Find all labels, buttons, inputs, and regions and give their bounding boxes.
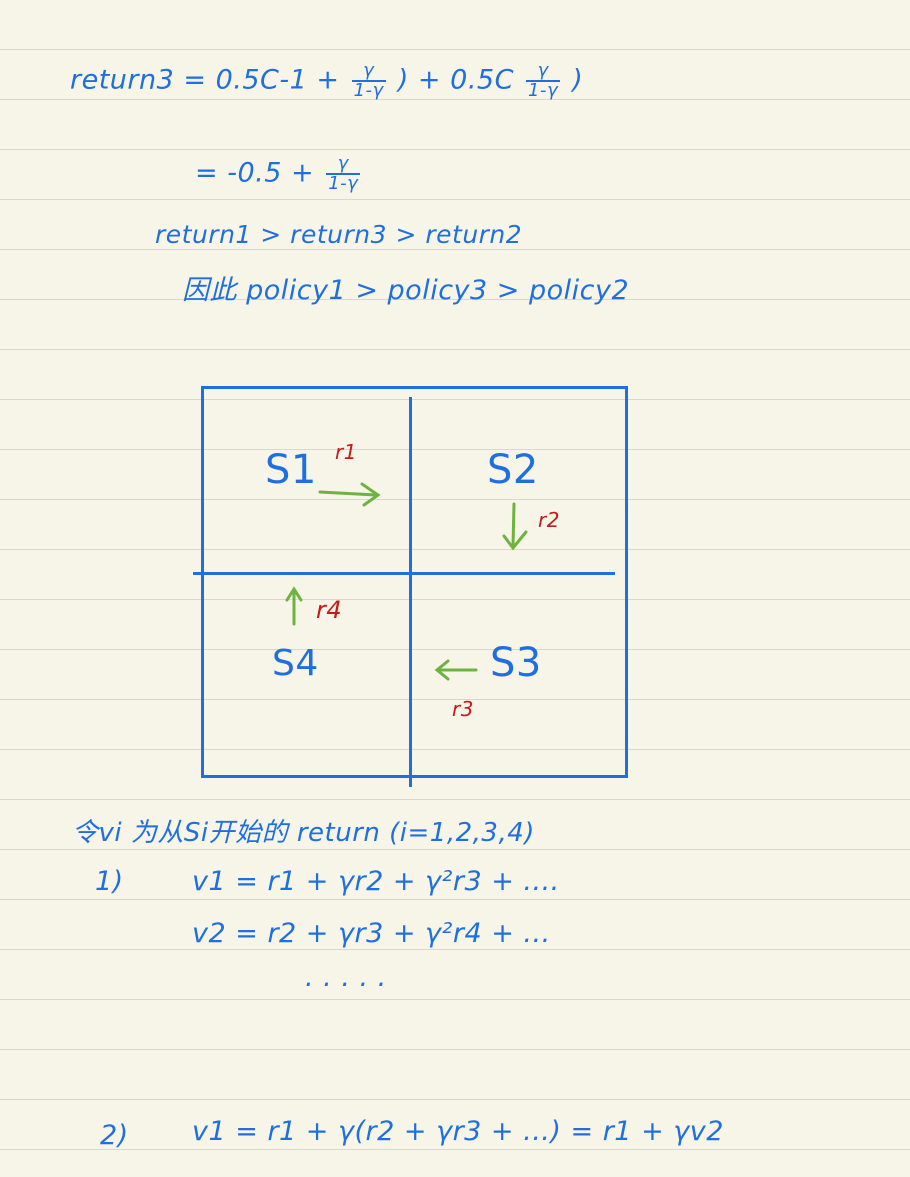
arrow-right-icon bbox=[318, 481, 382, 507]
grid-world-box bbox=[201, 386, 628, 778]
arrow-up-icon bbox=[284, 586, 304, 626]
fraction-numerator: γ bbox=[326, 155, 361, 175]
reward-r4: r4 bbox=[316, 596, 343, 624]
return3-simplified: = -0.5 + γ 1-γ bbox=[195, 155, 363, 193]
v1-expansion: v1 = r1 + γr2 + γ²r3 + .... bbox=[192, 866, 560, 897]
policy-ordering: 因此 policy1 > policy3 > policy2 bbox=[182, 275, 630, 306]
grid-horizontal-divider bbox=[193, 572, 615, 575]
fraction-numerator: γ bbox=[526, 62, 561, 82]
value-definition: 令vi 为从Si开始的 return (i=1,2,3,4) bbox=[72, 818, 535, 848]
fraction-denominator: 1-γ bbox=[528, 80, 559, 101]
state-label: S1 bbox=[265, 447, 317, 493]
return3-equation: return3 = 0.5C-1 + γ 1-γ ) + 0.5C γ 1-γ … bbox=[70, 62, 583, 100]
fraction-gamma-2: γ 1-γ bbox=[526, 62, 561, 101]
reward-r3: r3 bbox=[452, 697, 474, 721]
v1-recursive: v1 = r1 + γ(r2 + γr3 + ...) = r1 + γv2 bbox=[192, 1116, 724, 1147]
state-s2: S2 bbox=[487, 447, 539, 493]
fraction-gamma-1: γ 1-γ bbox=[351, 62, 386, 101]
fraction-denominator: 1-γ bbox=[353, 80, 384, 101]
state-label: S2 bbox=[487, 447, 539, 493]
state-s3: S3 bbox=[490, 640, 542, 686]
arrow-left-icon bbox=[434, 658, 478, 682]
return3-mid: ) + 0.5C bbox=[397, 64, 514, 96]
fraction-numerator: γ bbox=[351, 62, 386, 82]
return3-end: ) bbox=[572, 64, 584, 96]
state-s1: S1 bbox=[265, 447, 317, 493]
grid-vertical-divider bbox=[409, 397, 412, 787]
reward-r2: r2 bbox=[538, 508, 560, 532]
fraction-denominator: 1-γ bbox=[328, 173, 359, 194]
state-s4: S4 bbox=[272, 643, 319, 684]
continuation-dots: . . . . . bbox=[305, 962, 387, 993]
return3-lhs: return3 = 0.5C-1 + bbox=[70, 64, 340, 96]
state-label: S4 bbox=[272, 643, 319, 684]
return-ordering: return1 > return3 > return2 bbox=[155, 220, 523, 249]
v2-expansion: v2 = r2 + γr3 + γ²r4 + ... bbox=[192, 918, 551, 949]
part-2-label: 2) bbox=[100, 1120, 129, 1151]
reward-r1: r1 bbox=[335, 440, 357, 464]
simplified-lhs: = -0.5 + bbox=[195, 157, 315, 189]
fraction-gamma-3: γ 1-γ bbox=[326, 155, 361, 194]
arrow-down-icon bbox=[500, 502, 532, 552]
state-label: S3 bbox=[490, 640, 542, 686]
part-1-label: 1) bbox=[95, 866, 124, 897]
